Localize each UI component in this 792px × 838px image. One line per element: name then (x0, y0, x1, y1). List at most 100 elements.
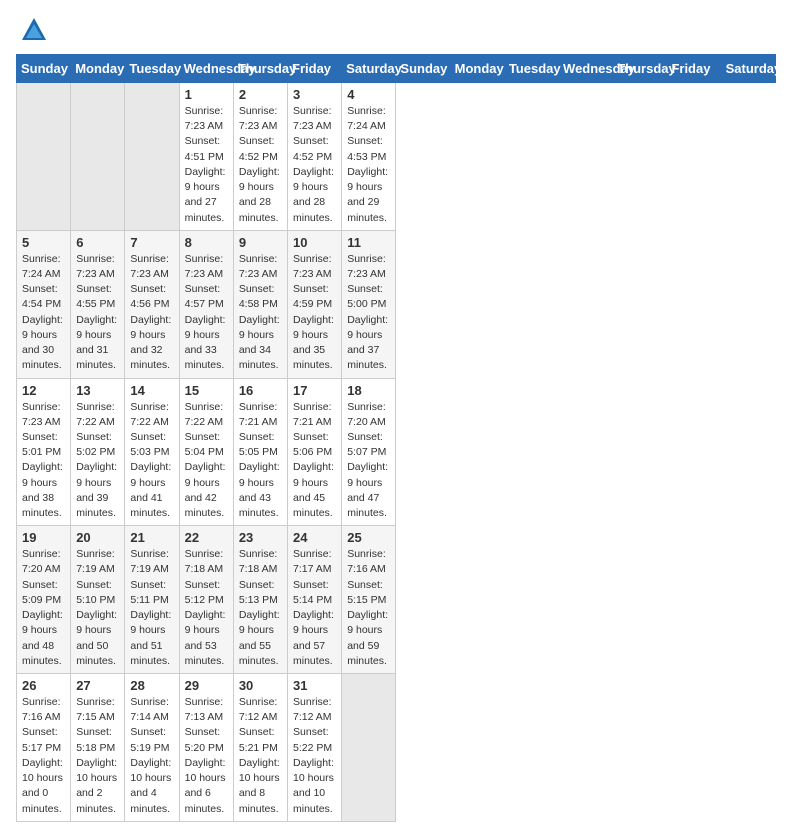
col-header-thursday: Thursday (613, 55, 667, 83)
day-number: 16 (239, 383, 282, 398)
day-number: 24 (293, 530, 336, 545)
header-sunday: Sunday (17, 55, 71, 83)
day-number: 1 (185, 87, 228, 102)
calendar-cell: 5 Sunrise: 7:24 AMSunset: 4:54 PMDaylight… (17, 230, 71, 378)
day-number: 13 (76, 383, 119, 398)
calendar-cell: 3Sunrise: 7:23 AMSunset: 4:52 PMDaylight… (288, 83, 342, 231)
day-info: Sunrise: 7:13 AMSunset: 5:20 PMDaylight:… (185, 695, 228, 817)
day-info: Sunrise: 7:16 AMSunset: 5:15 PMDaylight:… (347, 547, 390, 669)
day-number: 3 (293, 87, 336, 102)
calendar-cell: 14 Sunrise: 7:22 AMSunset: 5:03 PMDayligh… (125, 378, 179, 526)
day-number: 14 (130, 383, 173, 398)
calendar-cell: 24Sunrise: 7:17 AMSunset: 5:14 PMDayligh… (288, 526, 342, 674)
day-number: 6 (76, 235, 119, 250)
day-info: Sunrise: 7:20 AMSunset: 5:07 PMDaylight:… (347, 400, 390, 522)
calendar-cell (17, 83, 71, 231)
calendar-cell: 10 Sunrise: 7:23 AMSunset: 4:59 PMDayligh… (288, 230, 342, 378)
col-header-sunday: Sunday (396, 55, 450, 83)
col-header-saturday: Saturday (721, 55, 775, 83)
col-header-wednesday: Wednesday (559, 55, 613, 83)
day-number: 28 (130, 678, 173, 693)
day-number: 26 (22, 678, 65, 693)
day-info: Sunrise: 7:23 AMSunset: 4:59 PMDaylight:… (293, 252, 336, 374)
logo-icon (20, 16, 48, 44)
logo (16, 16, 48, 44)
day-number: 31 (293, 678, 336, 693)
day-info: Sunrise: 7:23 AMSunset: 5:00 PMDaylight:… (347, 252, 390, 374)
calendar-cell: 2 Sunrise: 7:23 AMSunset: 4:52 PMDaylight… (233, 83, 287, 231)
day-number: 22 (185, 530, 228, 545)
day-number: 9 (239, 235, 282, 250)
day-info: Sunrise: 7:14 AMSunset: 5:19 PMDaylight:… (130, 695, 173, 817)
day-number: 12 (22, 383, 65, 398)
day-info: Sunrise: 7:22 AMSunset: 5:02 PMDaylight:… (76, 400, 119, 522)
day-info: Sunrise: 7:23 AMSunset: 4:56 PMDaylight:… (130, 252, 173, 374)
calendar-cell: 26 Sunrise: 7:16 AMSunset: 5:17 PMDayligh… (17, 674, 71, 822)
calendar-cell: 12 Sunrise: 7:23 AMSunset: 5:01 PMDayligh… (17, 378, 71, 526)
day-number: 11 (347, 235, 390, 250)
calendar-week-row: 12 Sunrise: 7:23 AMSunset: 5:01 PMDayligh… (17, 378, 776, 526)
day-number: 2 (239, 87, 282, 102)
day-number: 23 (239, 530, 282, 545)
col-header-monday: Monday (450, 55, 504, 83)
calendar-cell: 21 Sunrise: 7:19 AMSunset: 5:11 PMDayligh… (125, 526, 179, 674)
calendar-week-row: 1 Sunrise: 7:23 AMSunset: 4:51 PMDaylight… (17, 83, 776, 231)
day-info: Sunrise: 7:22 AMSunset: 5:04 PMDaylight:… (185, 400, 228, 522)
calendar-cell: 4 Sunrise: 7:24 AMSunset: 4:53 PMDaylight… (342, 83, 396, 231)
day-info: Sunrise: 7:15 AMSunset: 5:18 PMDaylight:… (76, 695, 119, 817)
calendar-cell: 30Sunrise: 7:12 AMSunset: 5:21 PMDayligh… (233, 674, 287, 822)
header-wednesday: Wednesday (179, 55, 233, 83)
day-info: Sunrise: 7:19 AMSunset: 5:10 PMDaylight:… (76, 547, 119, 669)
day-number: 4 (347, 87, 390, 102)
day-number: 18 (347, 383, 390, 398)
day-number: 20 (76, 530, 119, 545)
day-number: 15 (185, 383, 228, 398)
calendar-cell: 8 Sunrise: 7:23 AMSunset: 4:57 PMDaylight… (179, 230, 233, 378)
calendar-cell: 25Sunrise: 7:16 AMSunset: 5:15 PMDayligh… (342, 526, 396, 674)
calendar-header-row: SundayMondayTuesdayWednesdayThursdayFrid… (17, 55, 776, 83)
header-friday: Friday (288, 55, 342, 83)
day-number: 21 (130, 530, 173, 545)
day-number: 8 (185, 235, 228, 250)
calendar-cell (342, 674, 396, 822)
day-info: Sunrise: 7:21 AMSunset: 5:06 PMDaylight:… (293, 400, 336, 522)
calendar-cell: 11 Sunrise: 7:23 AMSunset: 5:00 PMDayligh… (342, 230, 396, 378)
calendar-cell: 23 Sunrise: 7:18 AMSunset: 5:13 PMDayligh… (233, 526, 287, 674)
day-info: Sunrise: 7:22 AMSunset: 5:03 PMDaylight:… (130, 400, 173, 522)
day-info: Sunrise: 7:23 AMSunset: 4:52 PMDaylight:… (239, 104, 282, 226)
header-thursday: Thursday (233, 55, 287, 83)
header-monday: Monday (71, 55, 125, 83)
calendar-cell: 15 Sunrise: 7:22 AMSunset: 5:04 PMDayligh… (179, 378, 233, 526)
header-saturday: Saturday (342, 55, 396, 83)
calendar-table: SundayMondayTuesdayWednesdayThursdayFrid… (16, 54, 776, 822)
day-info: Sunrise: 7:23 AMSunset: 4:57 PMDaylight:… (185, 252, 228, 374)
day-number: 10 (293, 235, 336, 250)
day-info: Sunrise: 7:24 AMSunset: 4:53 PMDaylight:… (347, 104, 390, 226)
calendar-cell: 18 Sunrise: 7:20 AMSunset: 5:07 PMDayligh… (342, 378, 396, 526)
calendar-cell: 6 Sunrise: 7:23 AMSunset: 4:55 PMDaylight… (71, 230, 125, 378)
col-header-friday: Friday (667, 55, 721, 83)
calendar-cell: 19Sunrise: 7:20 AMSunset: 5:09 PMDayligh… (17, 526, 71, 674)
calendar-cell: 27 Sunrise: 7:15 AMSunset: 5:18 PMDayligh… (71, 674, 125, 822)
calendar-cell: 9Sunrise: 7:23 AMSunset: 4:58 PMDaylight… (233, 230, 287, 378)
day-info: Sunrise: 7:20 AMSunset: 5:09 PMDaylight:… (22, 547, 65, 669)
day-info: Sunrise: 7:24 AMSunset: 4:54 PMDaylight:… (22, 252, 65, 374)
day-info: Sunrise: 7:23 AMSunset: 4:51 PMDaylight:… (185, 104, 228, 226)
calendar-cell: 29Sunrise: 7:13 AMSunset: 5:20 PMDayligh… (179, 674, 233, 822)
day-number: 5 (22, 235, 65, 250)
calendar-cell (71, 83, 125, 231)
day-info: Sunrise: 7:23 AMSunset: 5:01 PMDaylight:… (22, 400, 65, 522)
day-info: Sunrise: 7:16 AMSunset: 5:17 PMDaylight:… (22, 695, 65, 817)
day-info: Sunrise: 7:23 AMSunset: 4:55 PMDaylight:… (76, 252, 119, 374)
day-info: Sunrise: 7:18 AMSunset: 5:13 PMDaylight:… (239, 547, 282, 669)
day-info: Sunrise: 7:12 AMSunset: 5:21 PMDaylight:… (239, 695, 282, 817)
day-info: Sunrise: 7:12 AMSunset: 5:22 PMDaylight:… (293, 695, 336, 817)
calendar-week-row: 19Sunrise: 7:20 AMSunset: 5:09 PMDayligh… (17, 526, 776, 674)
calendar-cell: 7 Sunrise: 7:23 AMSunset: 4:56 PMDaylight… (125, 230, 179, 378)
day-number: 27 (76, 678, 119, 693)
day-number: 7 (130, 235, 173, 250)
calendar-cell: 28 Sunrise: 7:14 AMSunset: 5:19 PMDayligh… (125, 674, 179, 822)
calendar-cell: 17 Sunrise: 7:21 AMSunset: 5:06 PMDayligh… (288, 378, 342, 526)
day-info: Sunrise: 7:19 AMSunset: 5:11 PMDaylight:… (130, 547, 173, 669)
day-number: 17 (293, 383, 336, 398)
